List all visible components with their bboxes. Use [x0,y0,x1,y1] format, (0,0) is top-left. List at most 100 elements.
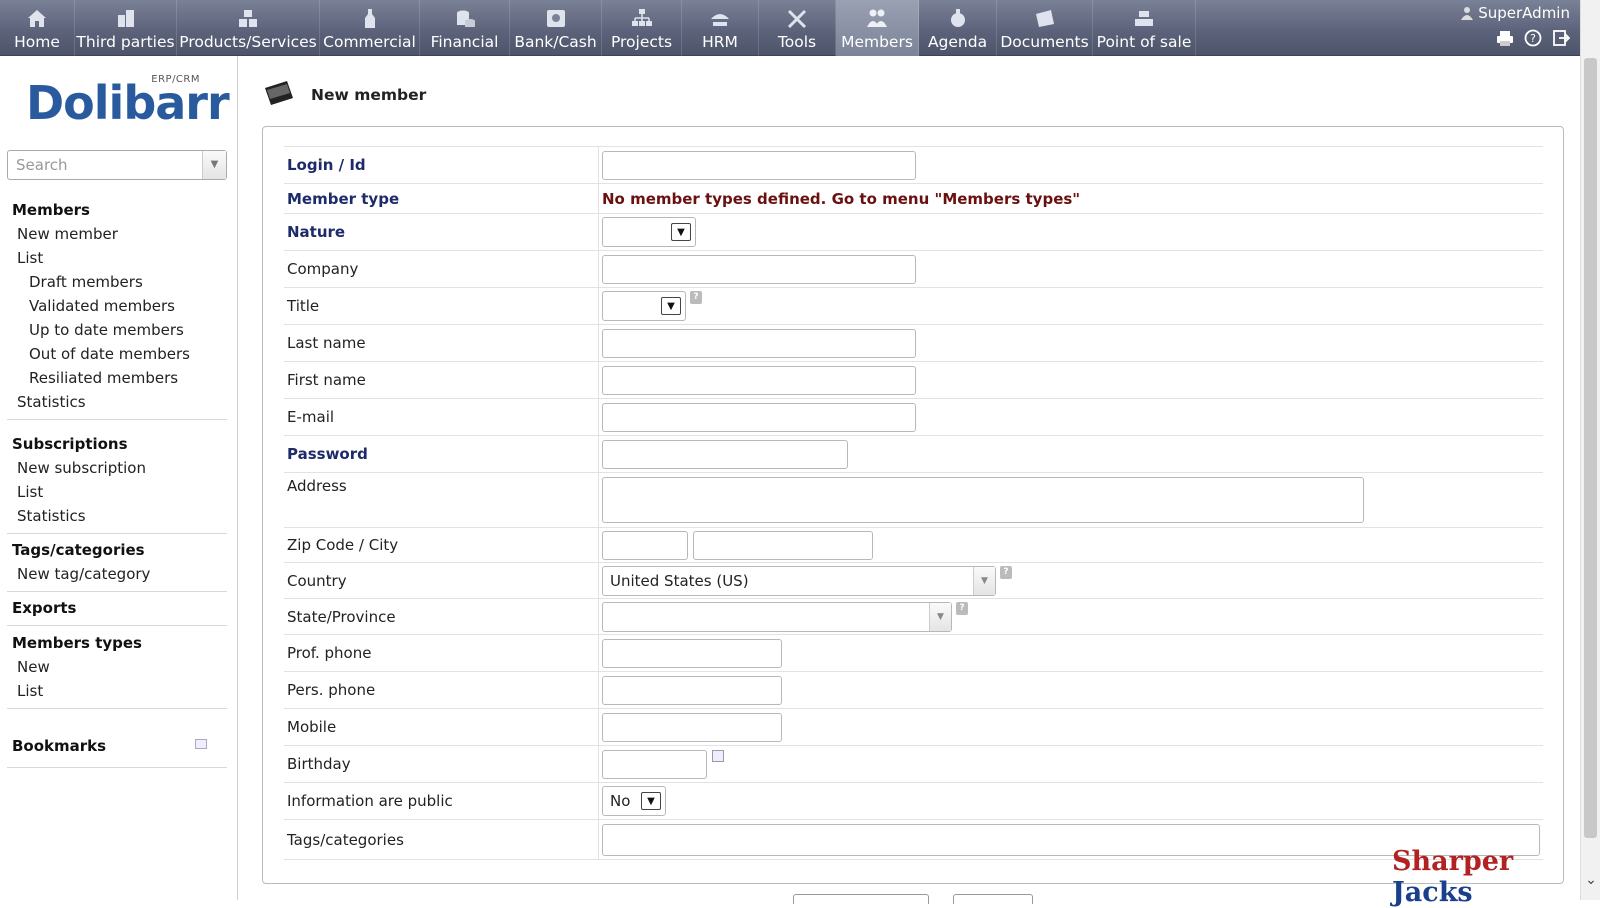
menu-tools[interactable]: Tools [759,0,836,56]
mobile-cell [598,708,1543,746]
menu-point-of-sale[interactable]: Point of sale [1093,0,1196,56]
menu-validated-members[interactable]: Validated members [7,294,227,318]
zip-city-label: Zip Code / City [284,527,599,563]
search-input[interactable] [8,151,202,179]
menu-resiliated-members[interactable]: Resiliated members [7,366,227,390]
menu-members-title[interactable]: Members [7,198,227,222]
menu-new-subscription[interactable]: New subscription [7,456,227,480]
top-right-area: SuperAdmin ? [1420,0,1571,56]
address-textarea[interactable] [602,477,1364,523]
row-zip-city: Zip Code / City [284,527,1543,563]
menu-member-types-new[interactable]: New [7,655,227,679]
lastname-input[interactable] [602,328,916,358]
country-select[interactable]: United States (US) ▼ [602,565,996,596]
scrollbar-thumb[interactable] [1584,58,1597,838]
dropdown-arrow-icon: ▼ [929,602,951,631]
menu-exports-title[interactable]: Exports [7,596,227,620]
menu-commercial[interactable]: Commercial [320,0,420,56]
row-country: Country United States (US) ▼? [284,562,1543,599]
menu-hrm[interactable]: HRM [682,0,759,56]
menu-home[interactable]: Home [0,0,75,56]
pers-phone-input[interactable] [602,675,782,705]
menu-bank-cash[interactable]: Bank/Cash [510,0,602,56]
logout-icon[interactable] [1552,29,1571,47]
row-public: Information are public No ▼ [284,782,1543,820]
row-member-type: Member type No member types defined. Go … [284,183,1543,214]
create-member-button[interactable] [793,894,929,904]
address-cell [598,472,1543,528]
email-input[interactable] [602,402,916,432]
menu-subscriptions-list[interactable]: List [7,480,227,504]
row-birthday: Birthday [284,745,1543,783]
login-input[interactable] [602,150,916,180]
search-combobox[interactable]: ▼ [7,150,227,180]
tags-label: Tags/categories [284,819,599,860]
menu-agenda[interactable]: Agenda [919,0,997,56]
menu-draft-members[interactable]: Draft members [7,270,227,294]
user-login-link[interactable]: SuperAdmin [1461,4,1570,22]
row-login: Login / Id [284,146,1543,184]
menu-subscriptions-statistics[interactable]: Statistics [7,504,227,528]
mobile-input[interactable] [602,712,782,742]
page-header: New member [263,78,426,112]
menu-products-services[interactable]: Products/Services [177,0,320,56]
hrm-icon [707,7,733,29]
menu-financial[interactable]: Financial [420,0,510,56]
menu-new-tag[interactable]: New tag/category [7,562,227,586]
help-icon[interactable]: ? [1524,29,1542,47]
menu-section-subscriptions: Subscriptions New subscription List Stat… [7,432,227,534]
row-address: Address [284,472,1543,528]
row-password: Password [284,435,1543,473]
state-select[interactable]: ▼ [602,601,952,632]
top-menu-bar: Home Third parties Products/Services Com… [0,0,1600,56]
top-menu: Home Third parties Products/Services Com… [0,0,1196,56]
nature-select[interactable]: ▼ [602,217,696,247]
menu-members[interactable]: Members [836,0,919,56]
firstname-input[interactable] [602,365,916,395]
menu-tags-title[interactable]: Tags/categories [7,538,227,562]
row-lastname: Last name [284,324,1543,362]
member-type-label: Member type [284,183,599,214]
calendar-icon[interactable] [711,749,724,762]
member-type-warning: No member types defined. Go to menu "Mem… [602,189,1081,208]
help-icon[interactable]: ? [956,601,968,615]
help-icon[interactable]: ? [1000,565,1012,579]
firstname-cell [598,361,1543,399]
cash-register-icon [1131,7,1157,29]
public-select[interactable]: No ▼ [602,786,666,816]
menu-member-types-title[interactable]: Members types [7,631,227,655]
row-company: Company [284,250,1543,288]
company-input[interactable] [602,254,916,284]
nature-cell: ▼ [598,213,1543,251]
menu-bookmarks-title[interactable]: Bookmarks [7,732,227,756]
password-input[interactable] [602,439,848,469]
birthday-input[interactable] [602,749,707,779]
menu-subscriptions-title[interactable]: Subscriptions [7,432,227,456]
cancel-button[interactable] [953,894,1033,904]
menu-projects[interactable]: Projects [602,0,682,56]
title-select[interactable]: ▼ [602,291,686,321]
city-input[interactable] [692,530,873,560]
member-card-icon [263,78,297,112]
menu-documents[interactable]: Documents [997,0,1093,56]
print-icon[interactable] [1496,29,1514,47]
menu-third-parties[interactable]: Third parties [75,0,177,56]
agenda-icon [945,7,971,29]
page-scrollbar[interactable]: ⌄ [1580,0,1600,900]
safe-icon [543,7,569,29]
menu-new-member[interactable]: New member [7,222,227,246]
row-tags: Tags/categories [284,819,1543,860]
search-dropdown-arrow-icon[interactable]: ▼ [202,151,226,179]
menu-outofdate-members[interactable]: Out of date members [7,342,227,366]
zip-input[interactable] [602,530,688,560]
menu-members-statistics[interactable]: Statistics [7,390,227,414]
menu-members-list[interactable]: List [7,246,227,270]
birthday-label: Birthday [284,745,599,783]
bookmarks-list-icon[interactable] [195,739,207,749]
dolibarr-logo[interactable]: ERP/CRM Dolibarr [26,74,230,130]
hierarchy-icon [629,7,655,29]
prof-phone-input[interactable] [602,638,782,668]
menu-member-types-list[interactable]: List [7,679,227,703]
help-icon[interactable]: ? [690,291,702,304]
menu-uptodate-members[interactable]: Up to date members [7,318,227,342]
